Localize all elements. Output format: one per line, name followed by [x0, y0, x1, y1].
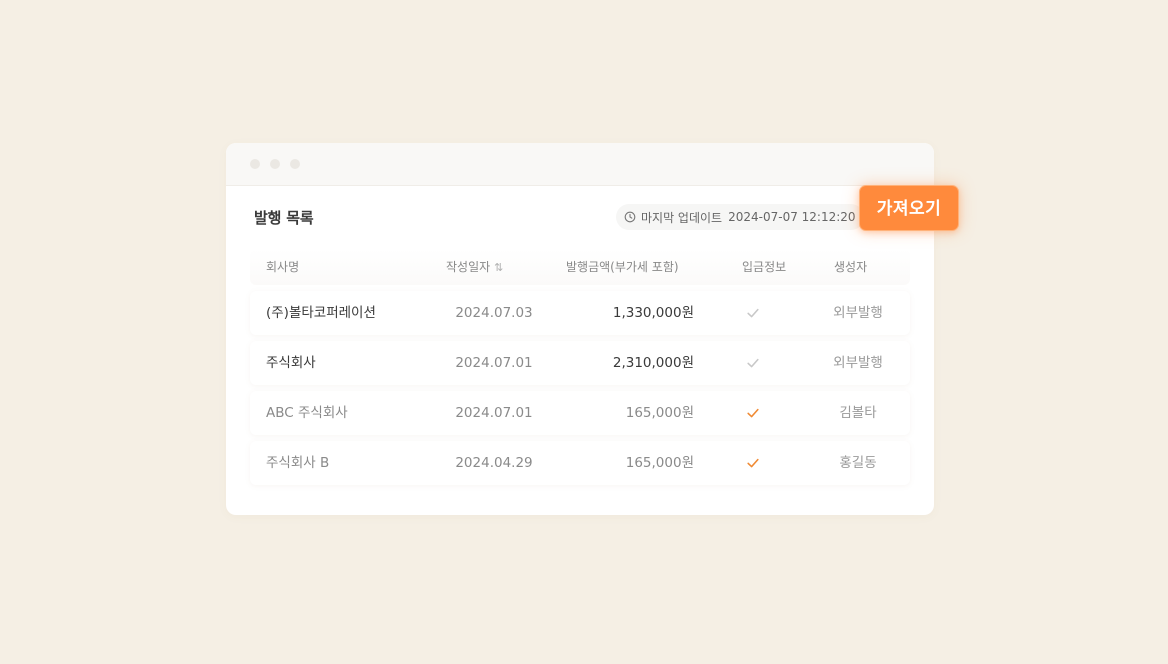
issue-date: 2024.07.01: [455, 355, 533, 371]
issue-date: 2024.07.03: [455, 305, 533, 321]
issue-amount: 165,000원: [625, 455, 694, 471]
company-name: (주)볼타코퍼레이션: [266, 305, 376, 321]
page-title: 발행 목록: [254, 209, 314, 227]
company-name: ABC 주식회사: [266, 405, 348, 421]
last-update-badge: 마지막 업데이트 2024-07-07 12:12:20: [616, 204, 864, 230]
last-update-label: 마지막 업데이트: [641, 210, 723, 225]
clock-icon: [624, 211, 636, 223]
check-icon: [747, 308, 759, 318]
table-header: 회사명 작성일자 ⇅ 발행금액(부가세 포함) 입금정보 생성자: [250, 249, 910, 285]
table-row[interactable]: 주식회사 2024.07.01 2,310,000원 외부발행: [250, 341, 910, 385]
payment-status: [744, 441, 762, 485]
payment-status: [744, 291, 762, 335]
issue-date: 2024.07.01: [455, 405, 533, 421]
column-header-payment: 입금정보: [742, 260, 787, 274]
issue-amount: 1,330,000원: [612, 305, 694, 321]
check-icon: [747, 408, 759, 418]
window-titlebar: [226, 143, 934, 186]
last-update-time: 2024-07-07 12:12:20: [728, 210, 856, 224]
issue-amount: 165,000원: [625, 405, 694, 421]
company-name: 주식회사: [266, 355, 316, 371]
column-header-date[interactable]: 작성일자 ⇅: [446, 249, 503, 285]
table-row[interactable]: (주)볼타코퍼레이션 2024.07.03 1,330,000원 외부발행: [250, 291, 910, 335]
check-icon: [747, 458, 759, 468]
company-name: 주식회사 B: [266, 455, 330, 471]
issue-amount: 2,310,000원: [612, 355, 694, 371]
sort-icon[interactable]: ⇅: [494, 261, 503, 274]
window-dot-icon: [290, 159, 300, 169]
issuance-window: 발행 목록 마지막 업데이트 2024-07-07 12:12:20 회사명 작…: [226, 143, 934, 515]
window-dot-icon: [270, 159, 280, 169]
creator-name: 김볼타: [839, 405, 877, 421]
payment-status: [744, 391, 762, 435]
fetch-button[interactable]: 가져오기: [859, 185, 959, 231]
issue-date: 2024.04.29: [455, 455, 533, 471]
column-header-creator: 생성자: [834, 260, 868, 274]
check-icon: [747, 358, 759, 368]
creator-name: 외부발행: [833, 355, 883, 371]
creator-name: 외부발행: [833, 305, 883, 321]
table-row[interactable]: 주식회사 B 2024.04.29 165,000원 홍길동: [250, 441, 910, 485]
column-header-date-label: 작성일자: [446, 260, 491, 274]
creator-name: 홍길동: [839, 455, 877, 471]
table-row[interactable]: ABC 주식회사 2024.07.01 165,000원 김볼타: [250, 391, 910, 435]
column-header-amount: 발행금액(부가세 포함): [566, 260, 679, 274]
column-header-company: 회사명: [266, 260, 300, 274]
window-dot-icon: [250, 159, 260, 169]
payment-status: [744, 341, 762, 385]
